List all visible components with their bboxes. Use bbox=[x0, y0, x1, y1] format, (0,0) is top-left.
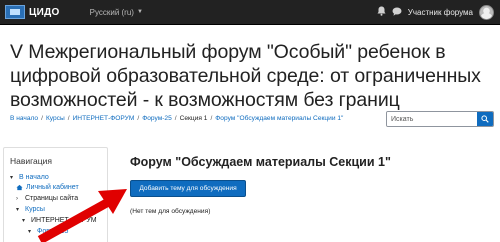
sidebar-item-forum-25[interactable]: ▾ Форум-25 bbox=[28, 228, 68, 235]
chat-icon[interactable] bbox=[392, 7, 402, 18]
chevron-down-icon: ▾ bbox=[10, 175, 14, 181]
sidebar-item-dashboard[interactable]: Личный кабинет bbox=[16, 184, 79, 191]
bell-icon[interactable] bbox=[377, 6, 386, 18]
no-topics-message: (Нет тем для обсуждения) bbox=[130, 208, 211, 215]
add-discussion-topic-button[interactable]: Добавить тему для обсуждения bbox=[130, 180, 246, 197]
breadcrumb: В начало / Курсы / ИНТЕРНЕТ-ФОРУМ / Форум-2… bbox=[10, 115, 344, 122]
search-box bbox=[386, 111, 494, 127]
user-name[interactable]: Участник форума bbox=[408, 8, 473, 17]
logo-icon bbox=[5, 5, 25, 19]
sidebar-item-label: Курсы bbox=[25, 206, 45, 213]
forum-title: Форум "Обсуждаем материалы Секции 1" bbox=[130, 155, 391, 169]
navigation-title: Навигация bbox=[10, 156, 52, 166]
page-title: V Межрегиональный форум "Особый" ребенок… bbox=[10, 41, 481, 111]
sidebar-item-site-pages[interactable]: › Страницы сайта bbox=[16, 195, 78, 202]
search-icon bbox=[481, 115, 489, 123]
language-label: Русский (ru) bbox=[89, 7, 134, 17]
sidebar-item-label: Форум-25 bbox=[37, 228, 69, 235]
dashboard-icon bbox=[16, 184, 23, 191]
caret-down-icon: ▼ bbox=[136, 9, 143, 15]
breadcrumb-internet-forum[interactable]: ИНТЕРНЕТ-ФОРУМ bbox=[73, 115, 135, 122]
avatar[interactable] bbox=[479, 4, 494, 20]
breadcrumb-current-forum[interactable]: Форум "Обсуждаем материалы Секции 1" bbox=[215, 115, 343, 122]
sidebar-item-label: Страницы сайта bbox=[25, 195, 79, 202]
search-button[interactable] bbox=[477, 112, 493, 126]
sidebar-item-label: В начало bbox=[19, 174, 49, 181]
breadcrumb-home[interactable]: В начало bbox=[10, 115, 38, 122]
sidebar-item-home[interactable]: ▾ В начало bbox=[10, 174, 49, 181]
chevron-down-icon: ▾ bbox=[16, 207, 20, 213]
top-navbar: ЦИДО Русский (ru) ▼ Участник форума bbox=[0, 0, 500, 25]
chevron-right-icon: › bbox=[16, 195, 18, 202]
sidebar-item-courses[interactable]: ▾ Курсы bbox=[16, 206, 45, 213]
site-logo[interactable]: ЦИДО bbox=[5, 5, 60, 19]
language-menu[interactable]: Русский (ru) ▼ bbox=[90, 8, 143, 17]
sidebar-item-internet-forum[interactable]: ▾ ИНТЕРНЕТ-ФОРУМ bbox=[22, 217, 97, 224]
sidebar-item-label: ИНТЕРНЕТ-ФОРУМ bbox=[31, 217, 97, 224]
chevron-down-icon: ▾ bbox=[28, 229, 32, 235]
navigation-block: Навигация ▾ В начало Личный кабинет › Ст… bbox=[3, 147, 108, 242]
breadcrumb-section-1: Секция 1 bbox=[179, 115, 208, 122]
chevron-down-icon: ▾ bbox=[22, 218, 26, 224]
search-input[interactable] bbox=[387, 112, 477, 126]
breadcrumb-courses[interactable]: Курсы bbox=[46, 115, 65, 122]
site-name: ЦИДО bbox=[29, 6, 60, 18]
sidebar-item-label: Личный кабинет bbox=[26, 184, 79, 191]
breadcrumb-forum-25[interactable]: Форум-25 bbox=[142, 115, 172, 122]
